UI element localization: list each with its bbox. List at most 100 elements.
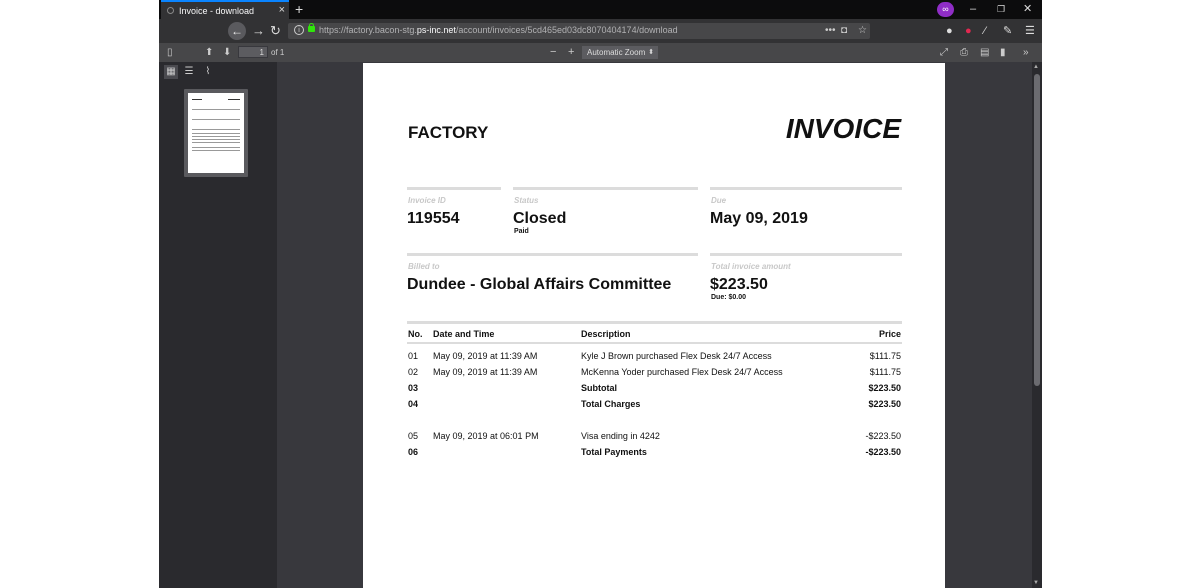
tab-invoice-download[interactable]: Invoice - download × (161, 0, 289, 19)
sidebar-toolbar: ▦ ☰ ⌇ (159, 62, 277, 82)
billed-to-label: Billed to (408, 262, 440, 271)
total-amount-label: Total invoice amount (711, 262, 791, 271)
viewer-scrollbar[interactable]: ▲ ▼ (1032, 62, 1042, 588)
sidebar-toggle-icon[interactable]: ▯ (167, 43, 173, 62)
row-no: 02 (408, 367, 419, 377)
close-window-button[interactable]: ✕ (1023, 0, 1032, 19)
invoice-id-value: 119554 (407, 210, 460, 227)
lock-icon[interactable] (308, 23, 315, 32)
outline-view-icon[interactable]: ☰ (182, 65, 196, 79)
hamburger-menu-icon[interactable]: ☰ (1025, 19, 1035, 43)
total-due-value: Due: $0.00 (711, 294, 747, 301)
column-header-description: Description (581, 329, 631, 339)
row-price: -$223.50 (865, 447, 901, 457)
forward-button[interactable]: → (252, 19, 265, 43)
pdf-toolbar: ▯ ⬆ ⬇ 1 of 1 − + Automatic Zoom ⬍ ⤢ ⎙ ▤ … (159, 43, 1042, 63)
presentation-mode-icon[interactable]: ⤢ (940, 43, 948, 62)
print-icon[interactable]: ⎙ (960, 43, 968, 62)
row-price: $223.50 (868, 383, 901, 393)
row-no: 05 (408, 431, 419, 441)
scroll-down-icon[interactable]: ▼ (1033, 580, 1039, 586)
previous-page-icon[interactable]: ⬆ (205, 43, 213, 62)
divider (513, 187, 698, 190)
reload-button[interactable]: ↻ (270, 19, 281, 43)
due-date-value: May 09, 2019 (710, 210, 808, 227)
status-value: Closed (513, 210, 567, 227)
bookmark-icon[interactable]: ▮ (1000, 43, 1006, 62)
row-description: Subtotal (581, 383, 617, 393)
scroll-up-icon[interactable]: ▲ (1033, 64, 1039, 70)
pdf-viewer[interactable]: FACTORY INVOICE Invoice ID 119554 Status… (277, 62, 1032, 588)
site-info-icon[interactable]: i (294, 25, 304, 35)
scrollbar-thumb[interactable] (1034, 74, 1040, 386)
row-no: 04 (408, 399, 419, 409)
status-sub-value: Paid (514, 228, 529, 235)
tab-strip: Invoice - download × + ∞ – ❐ ✕ (159, 0, 1042, 19)
status-label: Status (514, 196, 539, 205)
pdf-sidebar: ▦ ☰ ⌇ (159, 62, 277, 588)
restore-button[interactable]: ❐ (997, 0, 1005, 19)
row-price: $223.50 (868, 399, 901, 409)
minimize-button[interactable]: – (970, 0, 976, 19)
row-price: -$223.50 (865, 431, 901, 441)
select-caret-icon: ⬍ (648, 49, 654, 56)
row-date: May 09, 2019 at 11:39 AM (433, 351, 538, 361)
next-page-icon[interactable]: ⬇ (223, 43, 231, 62)
divider (407, 321, 902, 324)
column-header-date: Date and Time (433, 329, 495, 339)
tools-wrench-icon[interactable]: ✎ (1003, 19, 1012, 43)
row-price: $111.75 (869, 367, 901, 377)
zoom-out-button[interactable]: − (550, 43, 556, 62)
pocket-icon[interactable]: ◘ (841, 23, 847, 39)
due-label: Due (711, 196, 727, 205)
thumbnail-page (188, 93, 244, 173)
tab-title: Invoice - download (179, 6, 255, 16)
row-description: Kyle J Brown purchased Flex Desk 24/7 Ac… (581, 351, 772, 361)
tools-menu-icon[interactable]: » (1023, 43, 1029, 62)
tab-close-icon[interactable]: × (279, 4, 285, 16)
page-actions-icon[interactable]: ••• (825, 23, 836, 39)
billed-to-value: Dundee - Global Affairs Committee (407, 276, 672, 293)
divider (407, 342, 902, 344)
page-count-label: of 1 (271, 48, 285, 57)
row-no: 06 (408, 447, 419, 457)
new-tab-button[interactable]: + (295, 0, 303, 19)
attachments-view-icon[interactable]: ⌇ (201, 65, 215, 79)
row-date: May 09, 2019 at 06:01 PM (433, 431, 539, 441)
divider (710, 253, 902, 256)
row-description: Total Charges (581, 399, 641, 409)
document-title: INVOICE (785, 113, 901, 144)
private-browsing-icon: ∞ (937, 2, 954, 17)
row-date: May 09, 2019 at 11:39 AM (433, 367, 538, 377)
row-no: 03 (408, 383, 419, 393)
zoom-select[interactable]: Automatic Zoom ⬍ (582, 46, 658, 59)
thumbnail-view-icon[interactable]: ▦ (164, 65, 178, 79)
back-button[interactable]: ← (228, 22, 246, 40)
row-description: Visa ending in 4242 (581, 431, 660, 441)
row-price: $111.75 (869, 351, 901, 361)
bookmark-star-icon[interactable]: ☆ (858, 23, 867, 39)
total-amount-value: $223.50 (710, 276, 768, 293)
ublock-icon[interactable]: ● (965, 19, 972, 43)
row-no: 01 (408, 351, 419, 361)
divider (407, 187, 501, 190)
column-header-no: No. (408, 329, 423, 339)
save-icon[interactable]: ▤ (980, 43, 989, 62)
extension-info-icon[interactable]: ● (946, 19, 953, 43)
tab-favicon-icon (167, 7, 174, 14)
url-text[interactable]: https://factory.bacon-stg.ps-inc.net/acc… (319, 25, 678, 35)
invoice-page: FACTORY INVOICE Invoice ID 119554 Status… (363, 63, 945, 588)
company-name: FACTORY (408, 123, 489, 142)
invoice-id-label: Invoice ID (408, 196, 446, 205)
row-description: Total Payments (581, 447, 647, 457)
row-description: McKenna Yoder purchased Flex Desk 24/7 A… (581, 367, 783, 377)
zoom-in-button[interactable]: + (568, 43, 574, 62)
browser-window: Invoice - download × + ∞ – ❐ ✕ ← → ↻ i h… (159, 0, 1042, 588)
column-header-price: Price (878, 329, 901, 339)
divider (407, 253, 698, 256)
zoom-select-value: Automatic Zoom (587, 48, 646, 57)
page-thumbnail[interactable] (184, 89, 248, 177)
page-number-input[interactable]: 1 (238, 46, 268, 58)
eyedropper-icon[interactable]: ⁄ (984, 19, 986, 43)
url-bar[interactable]: i https://factory.bacon-stg.ps-inc.net/a… (288, 23, 870, 39)
